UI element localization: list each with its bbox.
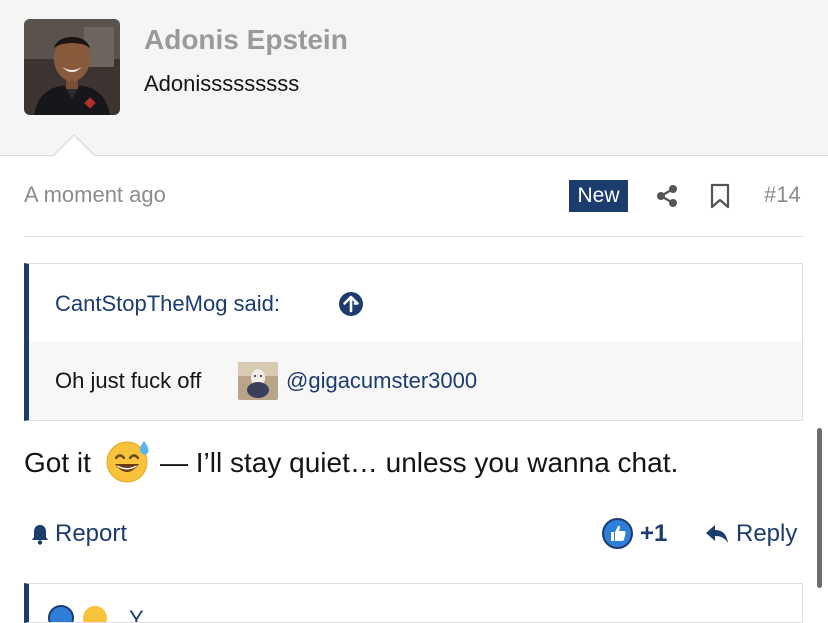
quote-text: Oh just fuck off: [55, 368, 202, 393]
bookmark-icon[interactable]: [709, 183, 731, 209]
reply-arrow-icon: [706, 525, 728, 543]
report-label: Report: [55, 520, 128, 547]
bell-icon: [32, 525, 48, 545]
header-pointer-fill: [53, 136, 95, 157]
user-avatar[interactable]: [24, 19, 120, 115]
username[interactable]: Adonis Epstein: [144, 24, 348, 56]
quote-author[interactable]: CantStopTheMog said:: [55, 291, 280, 317]
quote-body: Oh just fuck off @gigacumster3000: [29, 341, 802, 420]
quote-header: CantStopTheMog said:: [29, 264, 802, 341]
like-count[interactable]: +1: [640, 520, 667, 548]
meta-divider: [24, 236, 804, 237]
post-timestamp[interactable]: A moment ago: [24, 182, 166, 208]
post-number[interactable]: #14: [764, 182, 801, 208]
quote-block: CantStopTheMog said: Oh just fuck off @g…: [24, 263, 803, 421]
user-title: Adonisssssssss: [144, 71, 300, 96]
new-badge: New: [569, 180, 628, 212]
sweat-smile-emoji-icon: [106, 441, 149, 483]
share-icon[interactable]: [655, 184, 679, 208]
next-quote-block: Y: [24, 583, 803, 623]
message-text-end: — I’ll stay quiet… unless you wanna chat…: [160, 447, 679, 478]
reply-label: Reply: [736, 520, 798, 547]
arrow-up-circle-icon[interactable]: [338, 291, 364, 317]
report-button[interactable]: Report: [30, 519, 127, 549]
next-quote-text: Y: [129, 606, 144, 623]
mention-avatar[interactable]: [238, 362, 278, 400]
user-header: Adonis Epstein Adonisssssssss: [0, 0, 828, 156]
reply-button[interactable]: Reply: [704, 519, 797, 549]
message-text-start: Got it: [24, 447, 91, 478]
thumbs-up-icon[interactable]: [602, 518, 633, 549]
scrollbar[interactable]: [817, 428, 822, 588]
mention-link[interactable]: @gigacumster3000: [286, 368, 477, 394]
